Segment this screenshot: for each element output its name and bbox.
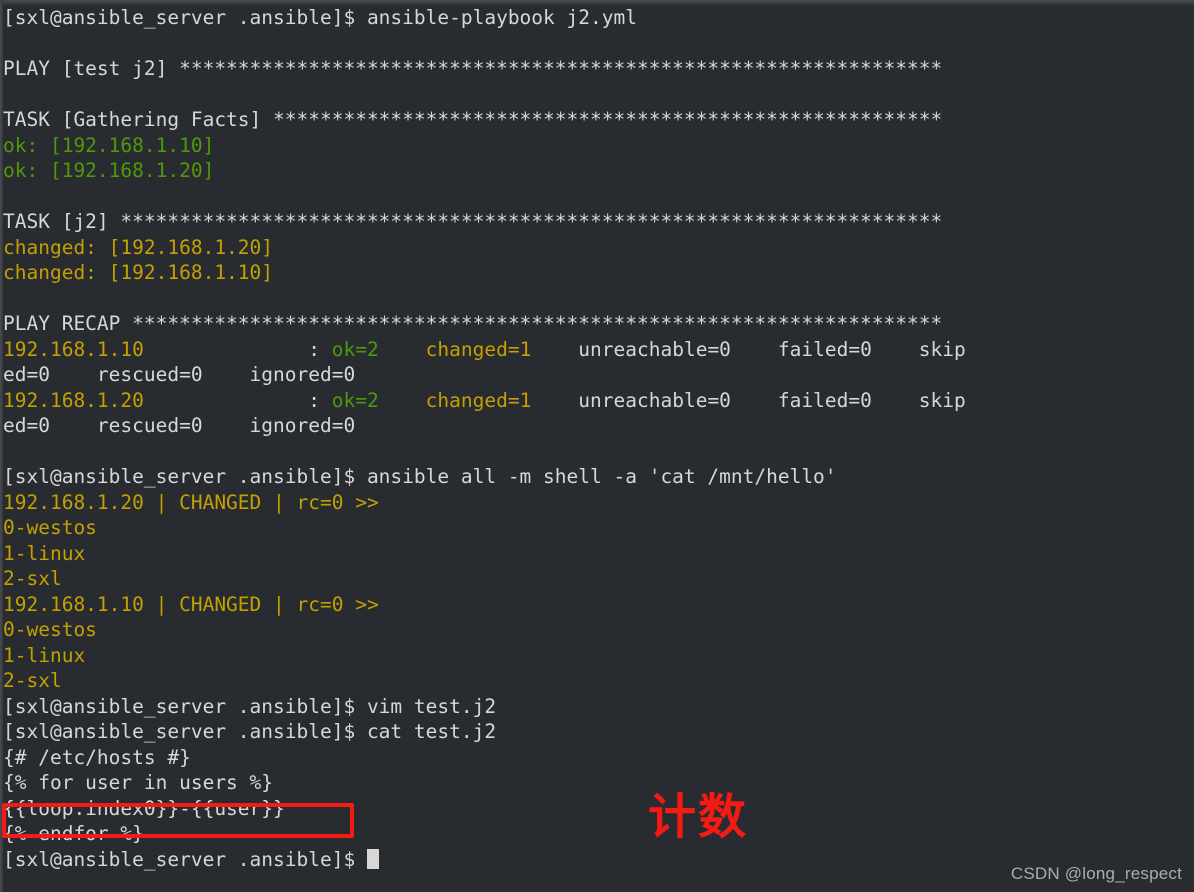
terminal-line-segment: ed=0 rescued=0 ignored=0 [3,414,391,437]
terminal-line-segment: PLAY RECAP *****************************… [3,312,943,335]
terminal-line-segment: [sxl@ansible_server .ansible]$ ansible-p… [3,6,637,29]
terminal-window[interactable]: [sxl@ansible_server .ansible]$ ansible-p… [0,0,1194,892]
terminal-line: [sxl@ansible_server .ansible]$ cat test.… [3,719,1194,745]
terminal-line: {{loop.index0}}-{{user}} [3,796,1194,822]
terminal-line: {% endfor %} [3,821,1194,847]
terminal-line-segment: 192.168.1.10 [3,337,144,361]
terminal-line-segment: ed=0 rescued=0 ignored=0 [3,363,391,386]
terminal-line-segment: TASK [j2] ******************************… [3,210,943,233]
terminal-output: [sxl@ansible_server .ansible]$ ansible-p… [3,5,1194,847]
terminal-line: 2-sxl [3,566,1194,592]
terminal-line-segment: 1-linux [3,643,86,667]
terminal-line: {# /etc/hosts #} [3,745,1194,771]
terminal-line-segment: {% endfor %} [3,822,144,845]
terminal-line: ok: [192.168.1.20] [3,158,1194,184]
terminal-line-segment: 0-westos [3,516,97,539]
terminal-line: PLAY [test j2] *************************… [3,56,1194,82]
terminal-line-segment: 192.168.1.20 [3,388,144,412]
terminal-line: TASK [Gathering Facts] *****************… [3,107,1194,133]
terminal-line: changed: [192.168.1.20] [3,235,1194,261]
terminal-line-segment: [sxl@ansible_server .ansible]$ vim test.… [3,694,497,718]
terminal-line-segment: 1-linux [3,541,86,565]
terminal-line-segment: : [143,337,332,361]
terminal-line-segment: 2-sxl [3,669,62,692]
terminal-line: 2-sxl [3,668,1194,694]
terminal-line-segment: [sxl@ansible_server .ansible]$ ansible a… [3,465,837,488]
terminal-line-segment: TASK [Gathering Facts] *****************… [3,108,943,131]
terminal-line-segment: 192.168.1.20 | CHANGED | rc=0 >> [3,490,379,514]
terminal-line: 192.168.1.10 | CHANGED | rc=0 >> [3,592,1194,618]
terminal-line: 192.168.1.20 | CHANGED | rc=0 >> [3,490,1194,516]
terminal-line-segment: {# /etc/hosts #} [3,745,191,769]
terminal-line-segment: unreachable=0 failed=0 skip [531,388,966,412]
terminal-line: [sxl@ansible_server .ansible]$ vim test.… [3,694,1194,720]
terminal-line-segment: [sxl@ansible_server .ansible]$ cat test.… [3,720,497,743]
terminal-line-segment: {{loop.index0}}-{{user}} [3,796,285,820]
terminal-screen[interactable]: [sxl@ansible_server .ansible]$ ansible-p… [3,5,1194,892]
terminal-line: PLAY RECAP *****************************… [3,311,1194,337]
terminal-line: 192.168.1.10 : ok=2 changed=1 unreachabl… [3,337,1194,363]
terminal-line-segment: : [143,388,332,412]
terminal-line-segment: changed=1 [425,337,532,361]
terminal-line: 0-westos [3,617,1194,643]
watermark-label: CSDN @long_respect [1010,863,1182,883]
block-cursor-icon [366,848,379,869]
terminal-line-segment: {% for user in users %} [3,771,274,794]
terminal-line: 192.168.1.20 : ok=2 changed=1 unreachabl… [3,388,1194,414]
terminal-line: 0-westos [3,515,1194,541]
prompt-text: [sxl@ansible_server .ansible]$ [3,847,367,871]
terminal-line: {% for user in users %} [3,770,1194,796]
terminal-line-segment: 2-sxl [3,567,62,590]
terminal-line-segment: changed: [192.168.1.20] [3,235,274,259]
terminal-line: changed: [192.168.1.10] [3,260,1194,286]
terminal-line: [sxl@ansible_server .ansible]$ ansible-p… [3,5,1194,31]
terminal-line: ed=0 rescued=0 ignored=0 [3,362,1194,388]
terminal-line: TASK [j2] ******************************… [3,209,1194,235]
terminal-line-segment: 0-westos [3,618,97,641]
terminal-line-segment: ok: [192.168.1.10] [3,133,215,157]
terminal-line-segment: ok: [192.168.1.20] [3,159,215,182]
terminal-line-segment: changed: [192.168.1.10] [3,261,274,284]
terminal-line: ed=0 rescued=0 ignored=0 [3,413,1194,439]
terminal-line-segment: unreachable=0 failed=0 skip [531,337,966,361]
terminal-line-segment: 192.168.1.10 | CHANGED | rc=0 >> [3,592,379,616]
terminal-line-segment: ok=2 [331,337,379,361]
annotation-label: 计数 [648,789,749,845]
terminal-line: [sxl@ansible_server .ansible]$ ansible a… [3,464,1194,490]
terminal-line: ok: [192.168.1.10] [3,133,1194,159]
terminal-line-segment [379,389,426,412]
terminal-line: 1-linux [3,541,1194,567]
terminal-line-segment: PLAY [test j2] *************************… [3,57,943,80]
terminal-line-segment: changed=1 [425,388,532,412]
terminal-line-segment [379,338,426,361]
terminal-line: 1-linux [3,643,1194,669]
terminal-line-segment: ok=2 [331,388,379,412]
